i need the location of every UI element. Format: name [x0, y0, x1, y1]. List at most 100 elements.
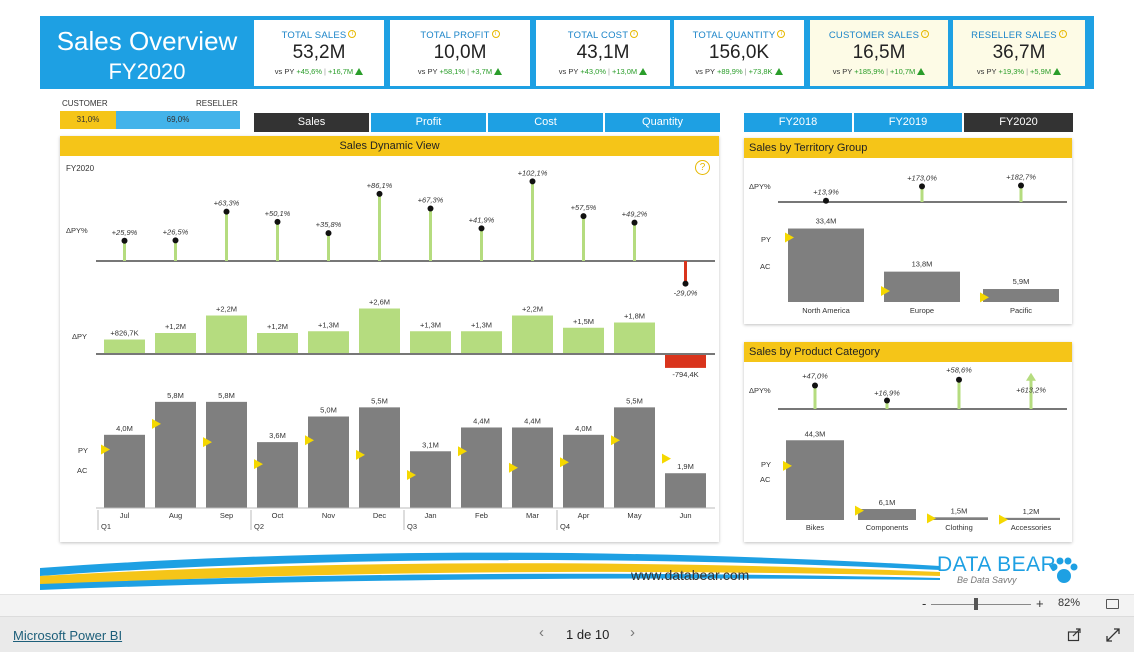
dpy-bar[interactable] [155, 333, 196, 354]
dpy-pct-dot[interactable] [529, 178, 536, 185]
reseller-share-bar[interactable]: 69,0% [116, 111, 240, 129]
measure-tab-quantity[interactable]: Quantity [605, 113, 720, 132]
previous-page-button[interactable]: ‹ [539, 624, 544, 641]
quarter-label: Q3 [407, 522, 417, 531]
ac-bar[interactable] [512, 427, 553, 508]
territory-ac-bar[interactable] [884, 271, 960, 302]
kpi-card[interactable]: TOTAL SALES i 53,2M vs PY +45,6% | +16,7M [254, 20, 384, 86]
dpy-pct-dot[interactable] [223, 208, 230, 215]
quarter-label: Q1 [101, 522, 111, 531]
measure-tab-profit[interactable]: Profit [371, 113, 486, 132]
kpi-delta-pct: +43,0% [580, 67, 606, 76]
category-pct-dot[interactable] [812, 382, 818, 389]
category-pct-label: +58,6% [946, 366, 972, 375]
ac-bar[interactable] [206, 401, 247, 508]
kpi-vs-label: vs PY [274, 67, 295, 76]
measure-tab-cost[interactable]: Cost [488, 113, 603, 132]
share-icon[interactable] [1067, 627, 1082, 642]
info-icon[interactable]: i [1058, 30, 1067, 38]
dpy-bar[interactable] [614, 322, 655, 355]
dpy-pct-dot[interactable] [631, 219, 638, 226]
category-ac-bar[interactable] [786, 440, 844, 520]
category-ac-bar[interactable] [930, 517, 988, 520]
month-label: Feb [475, 511, 488, 520]
ac-bar-label: 3,1M [422, 440, 439, 449]
dpy-bar[interactable] [461, 331, 502, 354]
kpi-card[interactable]: RESELLER SALES i 36,7M vs PY +19,3% | +5,9M [953, 20, 1085, 86]
info-icon[interactable]: i [491, 30, 500, 38]
kpi-vs-label: vs PY [417, 67, 438, 76]
kpi-card[interactable]: TOTAL PROFIT i 10,0M vs PY +58,1% | +3,7M [390, 20, 530, 86]
ac-bar[interactable] [308, 416, 349, 509]
territory-ac-bar[interactable] [788, 228, 864, 302]
zoom-out-button[interactable]: - [922, 596, 926, 611]
territory-pct-dot[interactable] [919, 183, 925, 190]
zoom-slider-track[interactable] [931, 604, 1031, 605]
kpi-value: 16,5M [852, 42, 906, 63]
dpy-bar-label: -794,4K [672, 370, 698, 379]
next-page-button[interactable]: › [630, 624, 635, 641]
year-tab-fy2019[interactable]: FY2019 [854, 113, 962, 132]
category-ac-bar[interactable] [858, 509, 916, 520]
info-icon[interactable]: i [348, 30, 357, 38]
info-icon[interactable]: i [630, 30, 639, 38]
territory-ac-bar[interactable] [983, 289, 1059, 302]
ac-bar[interactable] [461, 427, 502, 508]
dpy-pct-dot[interactable] [376, 190, 383, 197]
kpi-card[interactable]: TOTAL QUANTITY i 156,0K vs PY +89,9% | +73,8K [674, 20, 804, 86]
dpy-bar[interactable] [308, 331, 349, 354]
info-icon[interactable]: i [777, 30, 786, 38]
territory-pct-dot[interactable] [823, 197, 829, 204]
measure-tab-sales[interactable]: Sales [254, 113, 369, 132]
dpy-bar[interactable] [563, 327, 604, 354]
ac-bar[interactable] [614, 407, 655, 508]
category-pct-dot[interactable] [956, 376, 962, 383]
zoom-in-button[interactable]: + [1036, 596, 1044, 611]
kpi-card[interactable]: CUSTOMER SALES i 16,5M vs PY +185,9% | +10,7M [810, 20, 948, 86]
territory-pct-label: +13,9% [813, 188, 839, 197]
category-pct-dot[interactable] [884, 397, 890, 404]
year-tab-fy2018[interactable]: FY2018 [744, 113, 852, 132]
kpi-title: TOTAL SALES [281, 30, 347, 41]
dpy-bar[interactable] [104, 339, 145, 354]
dpy-pct-dot[interactable] [274, 218, 281, 225]
month-label: Aug [169, 511, 182, 520]
dpy-pct-dot[interactable] [325, 230, 332, 237]
dpy-bar[interactable] [206, 315, 247, 355]
dpy-pct-dot[interactable] [172, 237, 179, 244]
fit-to-page-icon[interactable] [1106, 599, 1119, 609]
dpy-bar-label: +1,3M [318, 320, 339, 329]
dpy-pct-dot[interactable] [121, 237, 128, 244]
overflow-up-icon [1026, 372, 1036, 381]
dpy-bar[interactable] [512, 315, 553, 355]
dpy-bar[interactable] [665, 354, 706, 368]
dpy-bar[interactable] [410, 331, 451, 354]
ac-bar[interactable] [104, 434, 145, 508]
ac-bar[interactable] [257, 442, 298, 508]
kpi-card[interactable]: TOTAL COST i 43,1M vs PY +43,0% | +13,0M [536, 20, 670, 86]
kpi-value: 43,1M [576, 42, 630, 63]
kpi-value: 10,0M [433, 42, 487, 63]
ac-bar[interactable] [155, 401, 196, 508]
dpy-bar[interactable] [359, 308, 400, 355]
info-icon[interactable]: i [921, 30, 930, 38]
customer-share-bar[interactable]: 31,0% [60, 111, 116, 129]
dpy-pct-dot[interactable] [682, 280, 689, 287]
dpy-pct-dot[interactable] [580, 213, 587, 220]
ac-bar-label: 5,5M [626, 396, 643, 405]
ac-bar[interactable] [410, 451, 451, 508]
dpy-pct-dot[interactable] [478, 225, 485, 232]
dpy-pct-dot[interactable] [427, 205, 434, 212]
fullscreen-icon[interactable] [1106, 628, 1120, 642]
quarter-label: Q2 [254, 522, 264, 531]
territory-pct-dot[interactable] [1018, 182, 1024, 189]
ac-bar[interactable] [665, 473, 706, 508]
ac-bar-label: 4,4M [524, 416, 541, 425]
zoom-slider-thumb[interactable] [974, 598, 978, 610]
category-ac-bar[interactable] [1002, 517, 1060, 520]
year-tab-fy2020[interactable]: FY2020 [964, 113, 1073, 132]
ac-bar[interactable] [359, 407, 400, 508]
powerbi-link[interactable]: Microsoft Power BI [13, 628, 122, 643]
ac-bar[interactable] [563, 434, 604, 508]
dpy-bar[interactable] [257, 333, 298, 354]
